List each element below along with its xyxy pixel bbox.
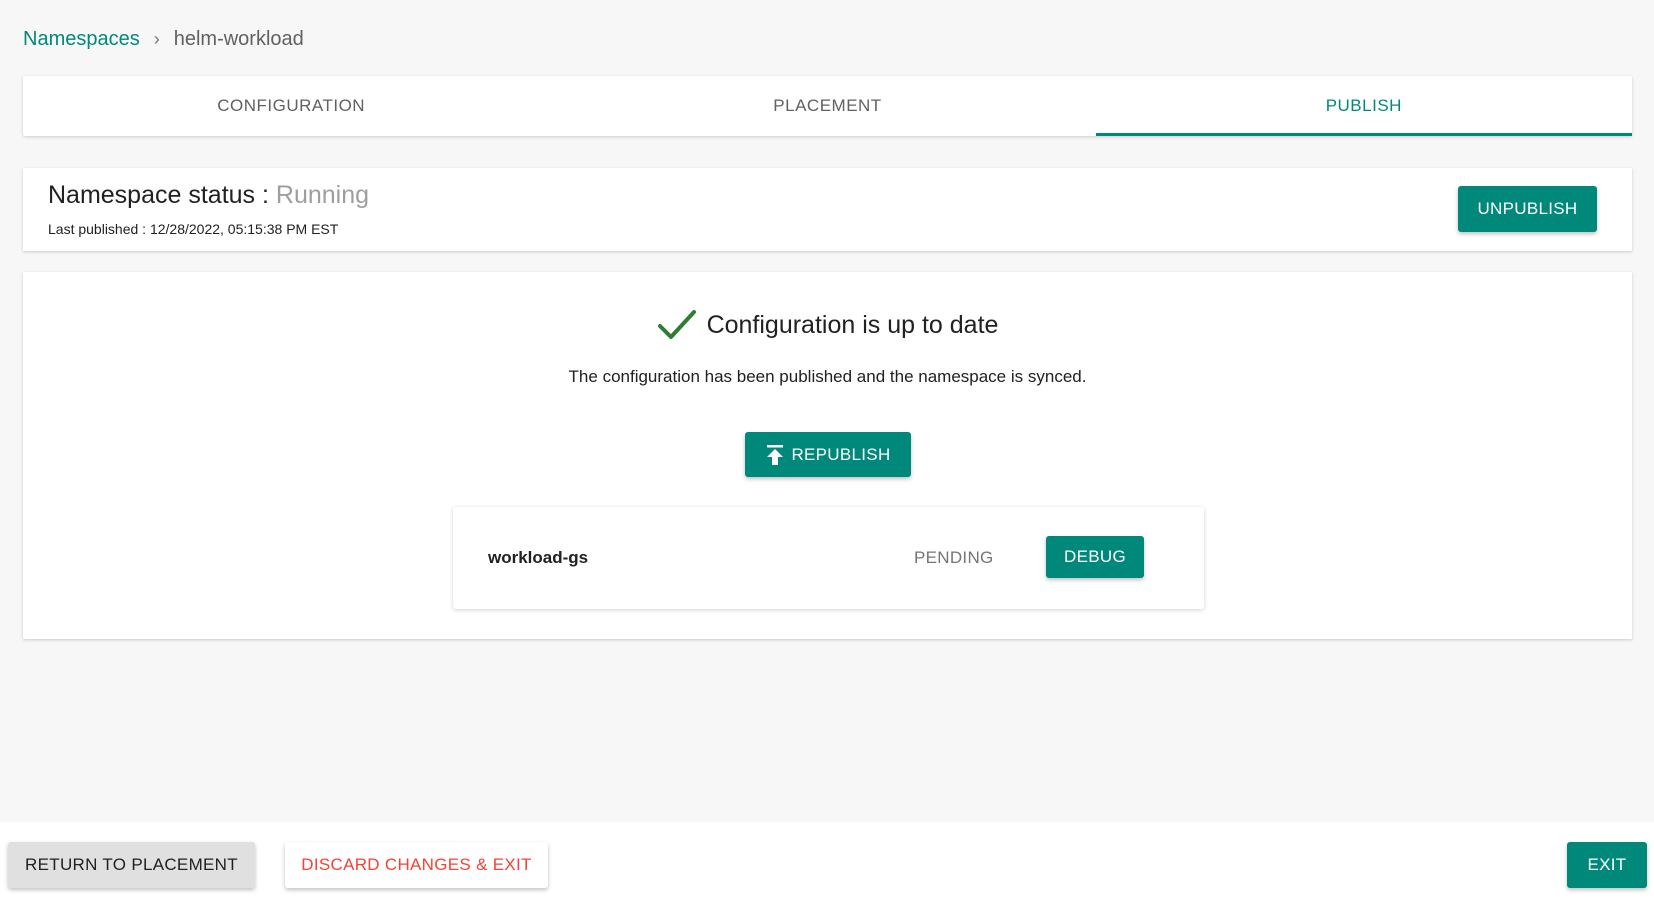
tab-publish[interactable]: PUBLISH: [1095, 76, 1633, 136]
exit-button[interactable]: EXIT: [1567, 842, 1647, 888]
uptodate-heading: Configuration is up to date: [23, 308, 1632, 342]
sync-message: The configuration has been published and…: [568, 367, 1087, 386]
breadcrumb-current: helm-workload: [173, 28, 304, 50]
namespace-status-label: Namespace status :: [48, 181, 276, 209]
return-to-placement-button[interactable]: RETURN TO PLACEMENT: [8, 842, 255, 888]
breadcrumb: Namespaces › helm-workload: [23, 28, 304, 51]
cluster-row: workload-gs PENDING DEBUG: [453, 507, 1204, 609]
tab-placement[interactable]: PLACEMENT: [559, 76, 1095, 136]
unpublish-button[interactable]: UNPUBLISH: [1458, 186, 1597, 232]
cluster-name: workload-gs: [488, 548, 589, 567]
tab-configuration[interactable]: CONFIGURATION: [23, 76, 559, 136]
republish-label: REPUBLISH: [791, 444, 891, 464]
check-icon: [657, 310, 696, 339]
namespace-status: Namespace status : Running: [48, 181, 369, 210]
upload-icon: [767, 444, 784, 465]
cluster-status: PENDING: [914, 548, 994, 567]
breadcrumb-separator: ›: [153, 29, 160, 49]
page: Namespaces › helm-workload CONFIGURATION…: [0, 0, 1654, 902]
discard-changes-exit-button[interactable]: DISCARD CHANGES & EXIT: [285, 842, 548, 888]
republish-button[interactable]: REPUBLISH: [745, 432, 911, 477]
namespace-status-value: Running: [275, 181, 370, 209]
debug-button[interactable]: DEBUG: [1046, 536, 1144, 578]
uptodate-title: Configuration is up to date: [706, 310, 999, 339]
breadcrumb-namespaces-link[interactable]: Namespaces: [23, 28, 140, 51]
footer-bar: RETURN TO PLACEMENT DISCARD CHANGES & EX…: [0, 822, 1654, 902]
wizard-tabs: CONFIGURATION PLACEMENT PUBLISH: [23, 76, 1633, 136]
namespace-status-card: Namespace status : Running Last publishe…: [23, 168, 1632, 251]
publish-card: Configuration is up to date The configur…: [23, 272, 1632, 639]
last-published-text: Last published : 12/28/2022, 05:15:38 PM…: [48, 221, 339, 237]
